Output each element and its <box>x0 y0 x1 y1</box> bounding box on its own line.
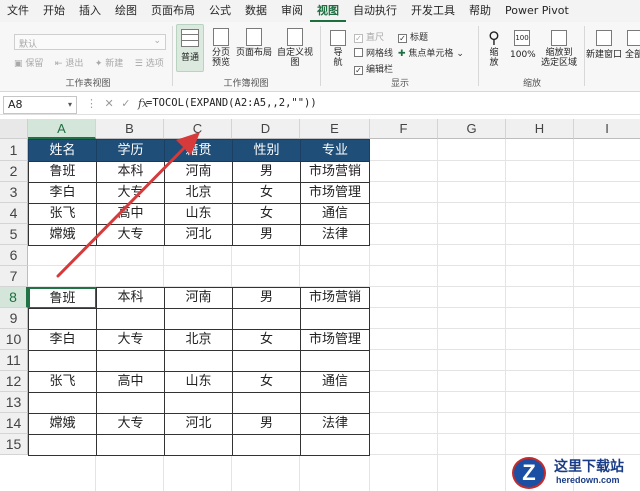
site-title: 这里下载站 <box>554 459 624 475</box>
site-url: heredown.com <box>556 475 620 485</box>
annotation-arrow <box>56 132 200 278</box>
arrow-shaft <box>56 138 194 278</box>
site-watermark: Z 这里下载站 heredown.com <box>506 455 640 491</box>
site-logo: Z <box>512 457 546 489</box>
